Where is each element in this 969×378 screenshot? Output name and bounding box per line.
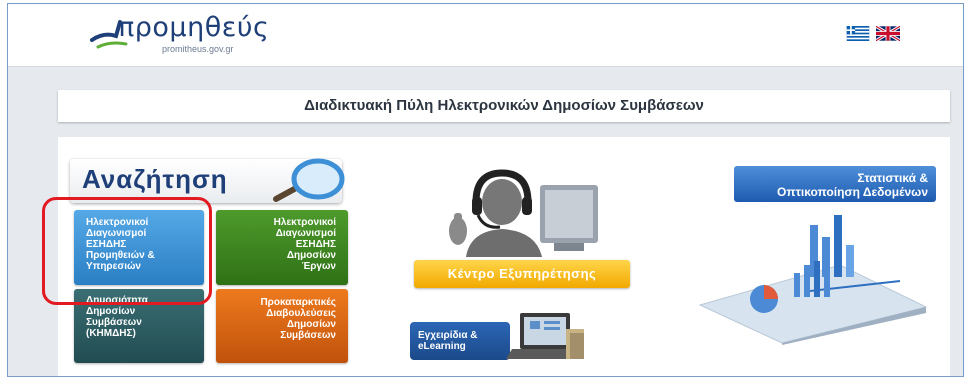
browser-frame: προμηθεύς promitheus.gov.gr Διαδικτυακή … — [7, 3, 964, 377]
data-visualization-icon — [698, 215, 928, 345]
uk-flag-icon[interactable] — [876, 26, 900, 41]
laptop-books-icon — [506, 313, 584, 359]
logo-text: προμηθεύς — [118, 12, 270, 43]
manuals-elearning-button[interactable]: Εγχειρίδια & eLearning — [410, 322, 510, 360]
tile-line: (ΚΗΜΔΗΣ) — [86, 328, 136, 339]
tile-consultations[interactable]: Προκαταρκτικές Διαβουλεύσεις Δημοσίων Συ… — [216, 289, 348, 363]
support-center-button[interactable]: Κέντρο Εξυπηρέτησης — [414, 260, 630, 288]
tile-esidis-works[interactable]: Ηλεκτρονικοί Διαγωνισμοί ΕΣΗΔΗΣ Δημοσίων… — [216, 210, 348, 285]
tile-line: Δημοσίων — [86, 306, 136, 317]
site-header: προμηθεύς promitheus.gov.gr — [8, 4, 963, 67]
tile-line: ΕΣΗΔΗΣ — [295, 239, 336, 250]
tile-line: Συμβάσεων — [86, 317, 142, 328]
search-label: Αναζήτηση — [82, 164, 228, 194]
stats-line: Στατιστικά & — [857, 171, 928, 185]
tile-line: Ηλεκτρονικοί — [273, 217, 336, 228]
logo-subtext: promitheus.gov.gr — [162, 44, 234, 54]
tile-line: Συμβάσεων — [280, 330, 336, 341]
portal-title: Διαδικτυακή Πύλη Ηλεκτρονικών Δημοσίων Σ… — [58, 90, 950, 122]
tile-line: Δημοσίων — [286, 319, 336, 330]
magnifier-icon — [273, 158, 345, 202]
manuals-line: Εγχειρίδια & — [418, 330, 478, 341]
tile-line: Διαγωνισμοί — [275, 228, 336, 239]
tile-line: Διαβουλεύσεις — [266, 308, 336, 319]
highlight-annotation — [42, 197, 212, 305]
manuals-line: eLearning — [418, 341, 466, 352]
tile-line: Έργων — [301, 261, 336, 272]
greek-flag-icon[interactable] — [846, 26, 870, 41]
site-logo[interactable]: προμηθεύς promitheus.gov.gr — [90, 12, 270, 56]
tile-line: Δημοσίων — [286, 250, 336, 261]
tile-line: Προκαταρκτικές — [260, 297, 336, 308]
